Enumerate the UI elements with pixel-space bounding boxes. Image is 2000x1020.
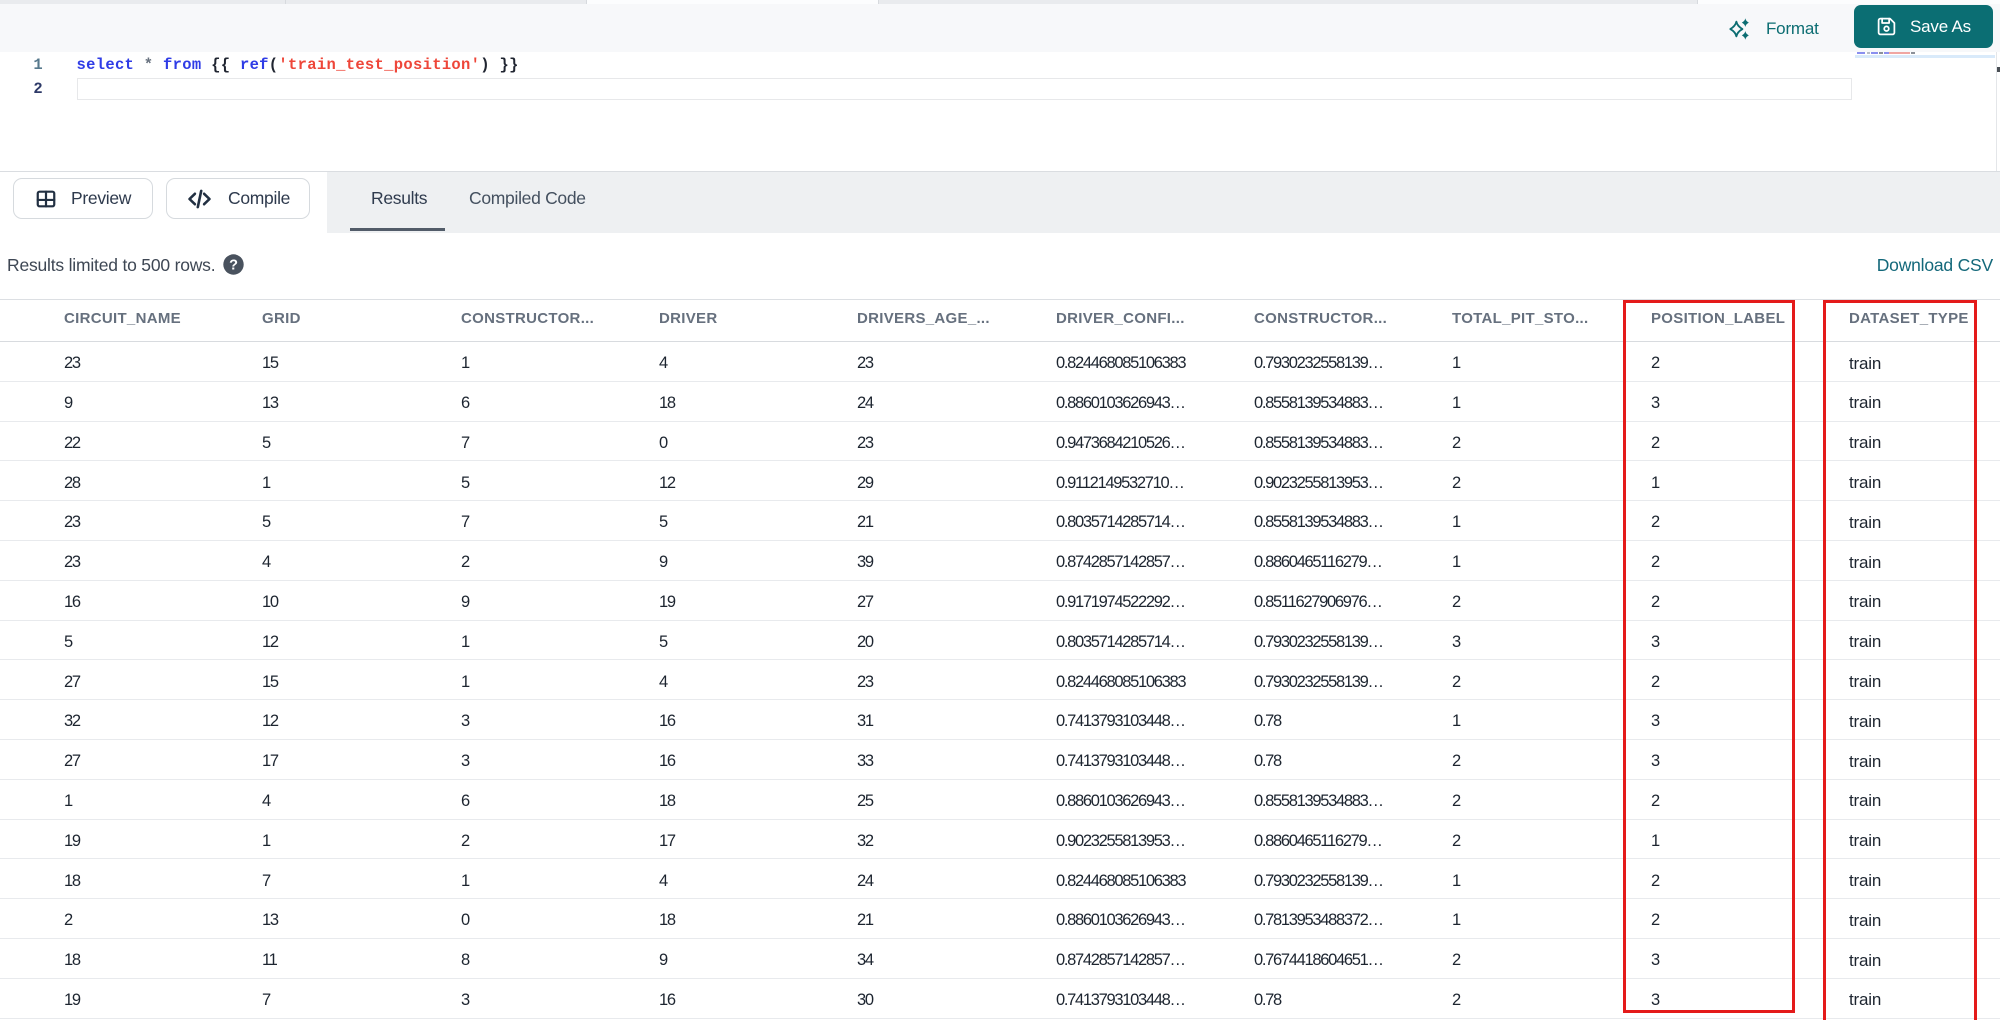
svg-text:?: ? [229, 257, 238, 273]
